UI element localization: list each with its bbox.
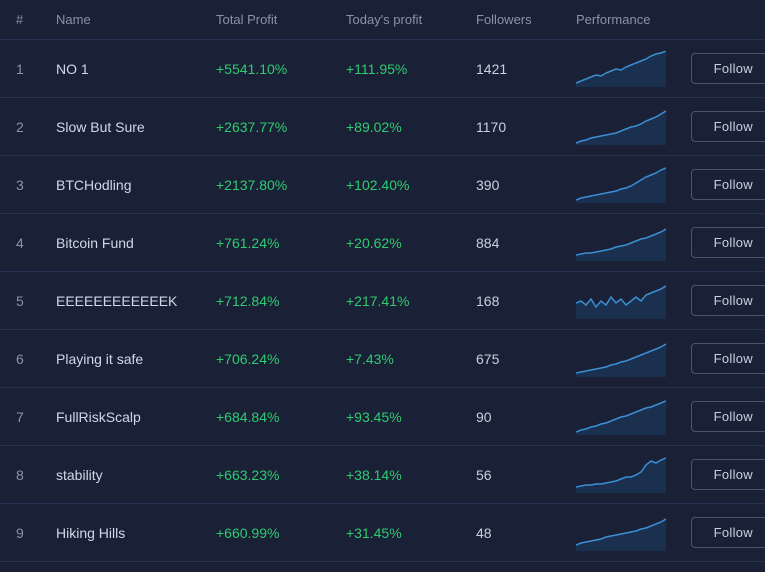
today-profit-cell: +20.62%	[346, 235, 476, 251]
follow-button[interactable]: Follow	[691, 459, 765, 490]
follow-button[interactable]: Follow	[691, 227, 765, 258]
rank-cell: 9	[16, 525, 56, 541]
followers-cell: 675	[476, 351, 576, 367]
today-profit-cell: +93.45%	[346, 409, 476, 425]
today-profit-cell: +102.40%	[346, 177, 476, 193]
action-cell: Follow	[666, 53, 765, 84]
followers-cell: 56	[476, 467, 576, 483]
name-cell: EEEEEEEEEEEEK	[56, 293, 216, 309]
action-cell: Follow	[666, 111, 765, 142]
action-cell: Follow	[666, 227, 765, 258]
followers-cell: 1170	[476, 119, 576, 135]
table-row: 9 Hiking Hills +660.99% +31.45% 48 Follo…	[0, 504, 765, 562]
action-cell: Follow	[666, 401, 765, 432]
action-cell: Follow	[666, 459, 765, 490]
follow-button[interactable]: Follow	[691, 285, 765, 316]
name-cell: Slow But Sure	[56, 119, 216, 135]
table-row: 7 FullRiskScalp +684.84% +93.45% 90 Foll…	[0, 388, 765, 446]
table-row: 5 EEEEEEEEEEEEK +712.84% +217.41% 168 Fo…	[0, 272, 765, 330]
table-row: 4 Bitcoin Fund +761.24% +20.62% 884 Foll…	[0, 214, 765, 272]
rank-cell: 5	[16, 293, 56, 309]
table-header: # Name Total Profit Today's profit Follo…	[0, 0, 765, 40]
rank-cell: 8	[16, 467, 56, 483]
total-profit-cell: +2637.77%	[216, 119, 346, 135]
followers-cell: 90	[476, 409, 576, 425]
rank-cell: 6	[16, 351, 56, 367]
follow-button[interactable]: Follow	[691, 401, 765, 432]
total-profit-cell: +706.24%	[216, 351, 346, 367]
total-profit-cell: +5541.10%	[216, 61, 346, 77]
follow-button[interactable]: Follow	[691, 169, 765, 200]
header-performance: Performance	[576, 12, 650, 27]
follow-button[interactable]: Follow	[691, 111, 765, 142]
total-profit-cell: +663.23%	[216, 467, 346, 483]
header-followers: Followers	[476, 12, 576, 27]
followers-cell: 884	[476, 235, 576, 251]
today-profit-cell: +7.43%	[346, 351, 476, 367]
leaderboard-table: # Name Total Profit Today's profit Follo…	[0, 0, 765, 562]
header-today-profit: Today's profit	[346, 12, 476, 27]
action-cell: Follow	[666, 285, 765, 316]
table-row: 8 stability +663.23% +38.14% 56 Follow	[0, 446, 765, 504]
follow-button[interactable]: Follow	[691, 53, 765, 84]
today-profit-cell: +38.14%	[346, 467, 476, 483]
name-cell: Bitcoin Fund	[56, 235, 216, 251]
action-cell: Follow	[666, 169, 765, 200]
header-total-profit: Total Profit	[216, 12, 346, 27]
total-profit-cell: +660.99%	[216, 525, 346, 541]
action-cell: Follow	[666, 517, 765, 548]
header-name: Name	[56, 12, 216, 27]
name-cell: FullRiskScalp	[56, 409, 216, 425]
follow-button[interactable]: Follow	[691, 517, 765, 548]
header-action	[650, 12, 760, 27]
action-cell: Follow	[666, 343, 765, 374]
performance-cell	[576, 457, 666, 493]
rank-cell: 2	[16, 119, 56, 135]
followers-cell: 390	[476, 177, 576, 193]
performance-cell	[576, 515, 666, 551]
total-profit-cell: +684.84%	[216, 409, 346, 425]
performance-cell	[576, 109, 666, 145]
today-profit-cell: +31.45%	[346, 525, 476, 541]
total-profit-cell: +761.24%	[216, 235, 346, 251]
followers-cell: 168	[476, 293, 576, 309]
rank-cell: 4	[16, 235, 56, 251]
rank-cell: 3	[16, 177, 56, 193]
name-cell: stability	[56, 467, 216, 483]
performance-cell	[576, 225, 666, 261]
table-row: 2 Slow But Sure +2637.77% +89.02% 1170 F…	[0, 98, 765, 156]
performance-cell	[576, 167, 666, 203]
total-profit-cell: +712.84%	[216, 293, 346, 309]
table-body: 1 NO 1 +5541.10% +111.95% 1421 Follow 2 …	[0, 40, 765, 562]
table-row: 1 NO 1 +5541.10% +111.95% 1421 Follow	[0, 40, 765, 98]
table-row: 3 BTCHodling +2137.80% +102.40% 390 Foll…	[0, 156, 765, 214]
today-profit-cell: +111.95%	[346, 61, 476, 77]
total-profit-cell: +2137.80%	[216, 177, 346, 193]
table-row: 6 Playing it safe +706.24% +7.43% 675 Fo…	[0, 330, 765, 388]
name-cell: BTCHodling	[56, 177, 216, 193]
name-cell: Hiking Hills	[56, 525, 216, 541]
performance-cell	[576, 399, 666, 435]
follow-button[interactable]: Follow	[691, 343, 765, 374]
today-profit-cell: +217.41%	[346, 293, 476, 309]
header-rank: #	[16, 12, 56, 27]
rank-cell: 7	[16, 409, 56, 425]
performance-cell	[576, 51, 666, 87]
rank-cell: 1	[16, 61, 56, 77]
name-cell: Playing it safe	[56, 351, 216, 367]
today-profit-cell: +89.02%	[346, 119, 476, 135]
followers-cell: 1421	[476, 61, 576, 77]
name-cell: NO 1	[56, 61, 216, 77]
performance-cell	[576, 283, 666, 319]
followers-cell: 48	[476, 525, 576, 541]
performance-cell	[576, 341, 666, 377]
